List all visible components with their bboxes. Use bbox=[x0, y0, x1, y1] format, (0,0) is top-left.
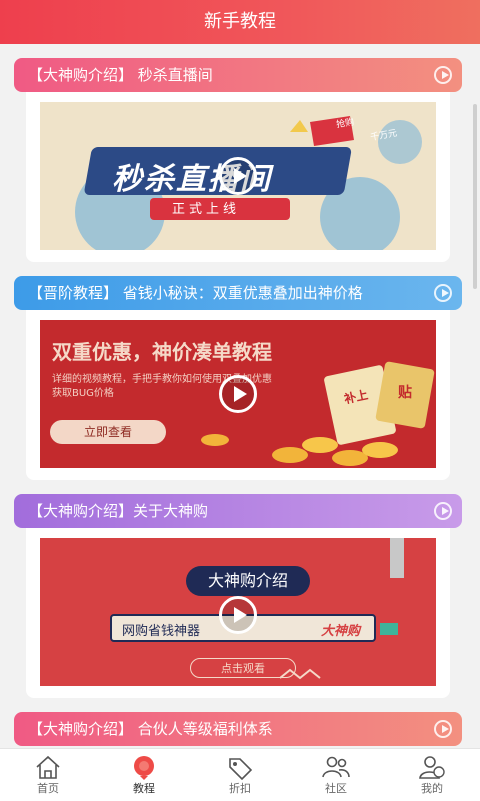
thumb-bar-text: 网购省钱神器 bbox=[122, 624, 201, 639]
thumb-brand-text: 大神购 bbox=[320, 624, 360, 639]
card-title: 【大神购介绍】关于大神购 bbox=[28, 502, 209, 520]
play-button-icon[interactable] bbox=[219, 375, 257, 413]
video-thumbnail[interactable]: 秒杀直播间 正式上线 抢购 千万元 bbox=[40, 102, 436, 250]
tutorial-card[interactable]: 【大神购介绍】关于大神购 大神购介绍 网购省钱神器 大神购 点击观看 bbox=[14, 494, 462, 698]
card-body: 双重优惠，神价凑单教程 详细的视频教程，手把手教你如何使用双叠加优惠 获取BUG… bbox=[26, 310, 450, 480]
tab-discount[interactable]: 折扣 bbox=[192, 749, 288, 801]
card-body: 大神购介绍 网购省钱神器 大神购 点击观看 bbox=[26, 528, 450, 698]
video-thumbnail[interactable]: 大神购介绍 网购省钱神器 大神购 点击观看 bbox=[40, 538, 436, 686]
page-title: 新手教程 bbox=[204, 11, 276, 32]
card-title-ribbon[interactable]: 【大神购介绍】 秒杀直播间 bbox=[14, 58, 462, 92]
play-circle-icon[interactable] bbox=[434, 720, 452, 738]
watch-button[interactable]: 点击观看 bbox=[190, 658, 296, 678]
tab-profile[interactable]: 我的 bbox=[384, 749, 480, 801]
tutorial-card[interactable]: 【晋阶教程】 省钱小秘诀：双重优惠叠加出神价格 双重优惠，神价凑单教程 详细的视… bbox=[14, 276, 462, 480]
tab-label: 折扣 bbox=[229, 782, 251, 795]
tab-label: 首页 bbox=[37, 782, 59, 795]
tutorial-card[interactable]: 【大神购介绍】 合伙人等级福利体系 bbox=[14, 712, 462, 746]
discount-tag-icon bbox=[229, 758, 253, 781]
tab-home[interactable]: 首页 bbox=[0, 749, 96, 801]
home-icon bbox=[36, 755, 60, 779]
play-circle-icon[interactable] bbox=[434, 66, 452, 84]
thumb-desc: 获取BUG价格 bbox=[52, 388, 114, 399]
tab-community[interactable]: 社区 bbox=[288, 749, 384, 801]
tab-label: 社区 bbox=[325, 782, 347, 795]
thumb-sub-text: 正式上线 bbox=[172, 202, 241, 217]
view-now-button[interactable]: 立即查看 bbox=[50, 420, 166, 444]
play-circle-icon[interactable] bbox=[434, 284, 452, 302]
watch-button-label: 点击观看 bbox=[221, 662, 265, 675]
page-header: 新手教程 bbox=[0, 0, 480, 44]
thumb-tag: 贴 bbox=[398, 385, 412, 401]
tab-tutorial[interactable]: 教程 bbox=[96, 749, 192, 801]
community-icon bbox=[322, 756, 350, 778]
bottom-tab-bar: 首页 教程 折扣 社区 我的 bbox=[0, 748, 480, 801]
video-thumbnail[interactable]: 双重优惠，神价凑单教程 详细的视频教程，手把手教你如何使用双叠加优惠 获取BUG… bbox=[40, 320, 436, 468]
thumb-main-text: 双重优惠，神价凑单教程 bbox=[52, 340, 272, 364]
card-title-ribbon[interactable]: 【大神购介绍】 合伙人等级福利体系 bbox=[14, 712, 462, 746]
tutorial-card[interactable]: 【大神购介绍】 秒杀直播间 秒杀直播间 正式上线 抢购 千万元 bbox=[14, 58, 462, 262]
play-button-icon[interactable] bbox=[219, 595, 257, 634]
card-title: 【晋阶教程】 省钱小秘诀：双重优惠叠加出神价格 bbox=[28, 284, 363, 302]
card-body: 秒杀直播间 正式上线 抢购 千万元 bbox=[26, 92, 450, 262]
play-circle-icon[interactable] bbox=[434, 502, 452, 520]
card-title: 【大神购介绍】 秒杀直播间 bbox=[28, 66, 213, 84]
tab-label: 教程 bbox=[133, 782, 155, 795]
card-title: 【大神购介绍】 合伙人等级福利体系 bbox=[28, 720, 273, 738]
thumb-main-text: 大神购介绍 bbox=[186, 566, 310, 596]
scrollbar[interactable] bbox=[473, 104, 477, 289]
card-title-ribbon[interactable]: 【大神购介绍】关于大神购 bbox=[14, 494, 462, 528]
tutorial-icon bbox=[134, 756, 154, 780]
tutorial-list[interactable]: 【大神购介绍】 秒杀直播间 秒杀直播间 正式上线 抢购 千万元 【晋阶教程】 省… bbox=[0, 44, 480, 748]
tab-label: 我的 bbox=[421, 782, 443, 795]
card-title-ribbon[interactable]: 【晋阶教程】 省钱小秘诀：双重优惠叠加出神价格 bbox=[14, 276, 462, 310]
play-button-icon[interactable] bbox=[219, 157, 257, 195]
profile-icon bbox=[419, 756, 445, 779]
